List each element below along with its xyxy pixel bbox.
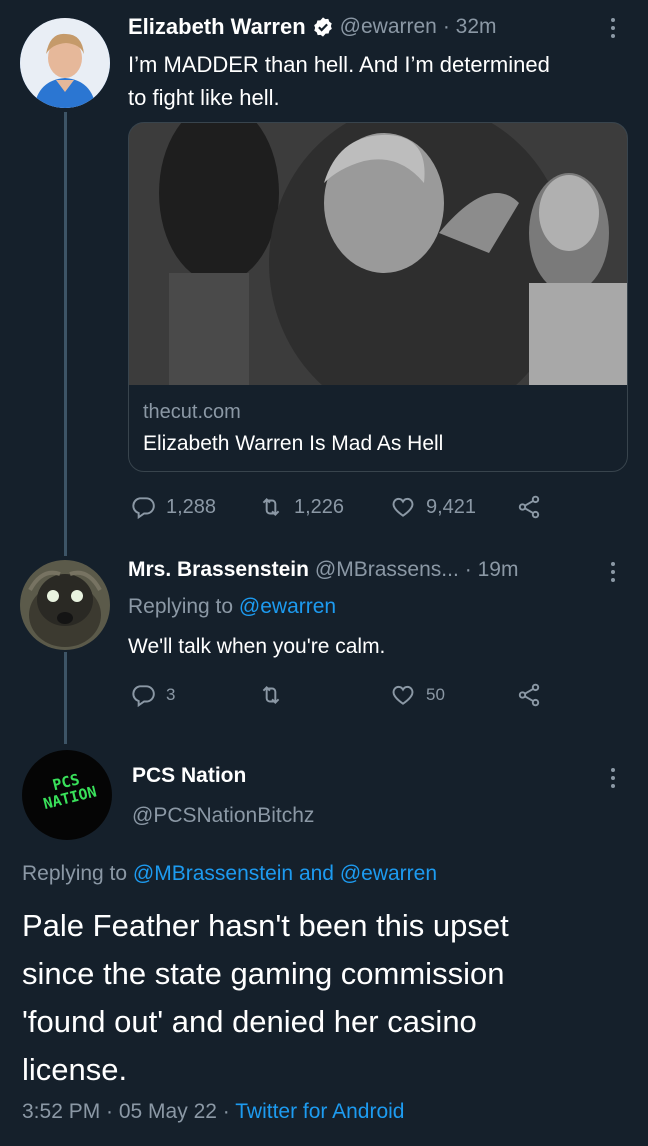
card-domain: thecut.com xyxy=(143,401,241,423)
retweet-icon xyxy=(262,686,280,704)
heart-icon xyxy=(392,685,414,705)
tweet1-text: I’m MADDER than hell. And I’m determined… xyxy=(128,48,550,114)
tweet1-retweet-button[interactable]: 1,226 xyxy=(258,494,344,520)
tweet3-source-link[interactable]: Twitter for Android xyxy=(235,1100,404,1123)
tweet1-reply-button[interactable]: 1,288 xyxy=(130,494,216,520)
tweet3-text-line: since the state gaming commission xyxy=(22,956,505,991)
reply-icon xyxy=(132,685,155,708)
tweet1-like-button[interactable]: 9,421 xyxy=(390,494,476,520)
tweet3-replying-to: Replying to @MBrassenstein and @ewarren xyxy=(22,862,437,886)
tweet2-more-icon[interactable] xyxy=(610,562,616,582)
link-preview-card[interactable]: thecut.com Elizabeth Warren Is Mad As He… xyxy=(128,122,628,472)
tweet2-text: We'll talk when you're calm. xyxy=(128,635,386,658)
tweet2-reply-button[interactable]: 3 xyxy=(130,682,175,708)
tweet1-reply-count: 1,288 xyxy=(166,495,217,518)
tweet1-like-count: 9,421 xyxy=(426,495,477,518)
tweet3-meta: 3:52 PM · 05 May 22 · Twitter for Androi… xyxy=(22,1100,404,1124)
share-icon xyxy=(518,495,540,519)
pcs-nation-avatar[interactable]: PCS NATION xyxy=(22,750,112,840)
thread-line-1 xyxy=(64,112,67,556)
tweet1-more-icon[interactable] xyxy=(610,18,616,38)
elizabeth-warren-avatar[interactable] xyxy=(20,18,110,108)
link-preview-image xyxy=(129,123,627,423)
mrs-brassenstein-avatar[interactable] xyxy=(20,560,110,650)
card-title: Elizabeth Warren Is Mad As Hell xyxy=(143,432,444,455)
tweet2-like-button[interactable]: 50 xyxy=(390,682,445,708)
tweet3-text-line: 'found out' and denied her casino xyxy=(22,1004,477,1039)
tweet3-author-name[interactable]: PCS Nation xyxy=(132,764,246,788)
avatar-portrait xyxy=(20,18,110,108)
tweet1-share-button[interactable] xyxy=(516,494,542,520)
tweet3-replying-handles[interactable]: @MBrassenstein and @ewarren xyxy=(133,862,437,885)
thread-line-2 xyxy=(64,652,67,744)
tweet2-replying-handle[interactable]: @ewarren xyxy=(239,595,336,618)
tweet2-replying-to: Replying to @ewarren xyxy=(128,595,336,619)
tweet3-text: Pale Feather hasn't been this upset sinc… xyxy=(22,902,509,1094)
tweet1-retweet-count: 1,226 xyxy=(294,495,345,518)
tweet1-text-line1: I’m MADDER than hell. And I’m determined xyxy=(128,52,550,77)
avatar-logo-text: PCS NATION xyxy=(23,764,112,815)
tweet2-reply-count: 3 xyxy=(166,685,176,704)
share-icon xyxy=(518,683,540,707)
tweet2-replying-prefix: Replying to xyxy=(128,595,234,618)
retweet-icon xyxy=(262,498,280,516)
tweet3-timestamp: 3:52 PM · 05 May 22 · xyxy=(22,1100,230,1123)
reply-icon xyxy=(132,497,155,520)
tweet3-text-line: Pale Feather hasn't been this upset xyxy=(22,908,509,943)
tweet2-time[interactable]: · 19m xyxy=(465,558,519,582)
tweet1-time[interactable]: · 32m xyxy=(443,15,497,39)
tweet3-handle[interactable]: @PCSNationBitchz xyxy=(132,804,314,828)
tweet3-replying-prefix: Replying to xyxy=(22,862,128,885)
verified-badge-icon xyxy=(313,17,332,37)
tweet2-share-button[interactable] xyxy=(516,682,542,708)
tweet2-like-count: 50 xyxy=(426,685,445,704)
tweet1-text-line2: to fight like hell. xyxy=(128,85,280,110)
tweet2-retweet-button[interactable] xyxy=(258,682,284,708)
tweet2-handle[interactable]: @MBrassens... xyxy=(315,558,459,582)
tweet1-handle[interactable]: @ewarren xyxy=(340,15,437,39)
heart-icon xyxy=(392,497,414,517)
tweet1-author-name[interactable]: Elizabeth Warren xyxy=(128,14,306,40)
avatar-dog-portrait xyxy=(20,560,110,650)
tweet3-more-icon[interactable] xyxy=(610,768,616,788)
tweet2-author-name[interactable]: Mrs. Brassenstein xyxy=(128,558,309,582)
tweet3-text-line: license. xyxy=(22,1052,128,1087)
